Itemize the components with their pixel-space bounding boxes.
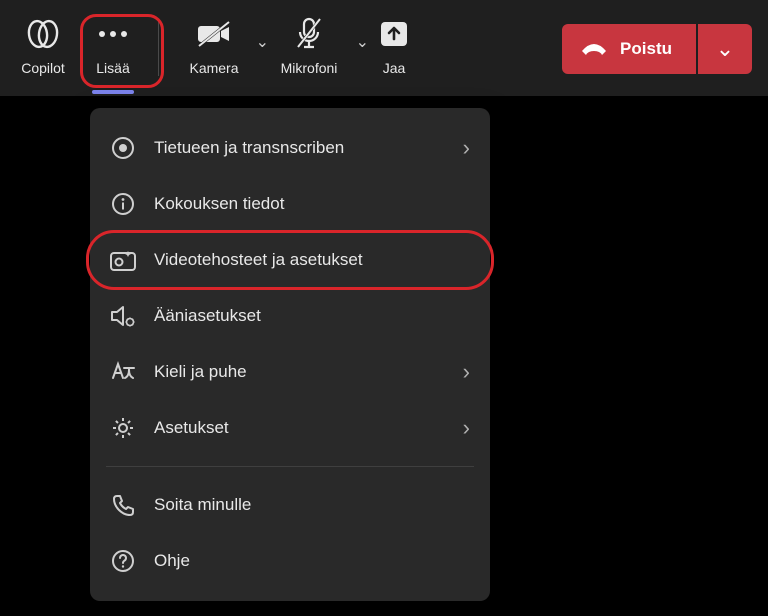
more-dropdown: Tietueen ja transnscriben › Kokouksen ti… (90, 108, 490, 601)
mic-off-icon (296, 14, 322, 54)
share-icon (379, 14, 409, 54)
copilot-icon (26, 14, 60, 54)
menu-item-call-me[interactable]: Soita minulle (90, 477, 490, 533)
menu-item-info[interactable]: Kokouksen tiedot (90, 176, 490, 232)
chevron-right-icon: › (463, 415, 470, 441)
menu-label: Soita minulle (154, 495, 251, 515)
copilot-label: Copilot (21, 60, 65, 76)
more-button[interactable]: Lisää (78, 10, 148, 88)
leave-label: Poistu (620, 39, 672, 59)
menu-item-language[interactable]: Kieli ja puhe › (90, 344, 490, 400)
share-label: Jaa (383, 60, 406, 76)
menu-item-help[interactable]: Ohje (90, 533, 490, 589)
more-label: Lisää (96, 60, 129, 76)
menu-label: Tietueen ja transnscriben (154, 138, 344, 158)
video-effects-icon (110, 247, 136, 273)
leave-button[interactable]: Poistu (562, 24, 696, 74)
menu-item-video-effects[interactable]: Videotehosteet ja asetukset (90, 232, 490, 288)
more-icon (96, 14, 130, 54)
chevron-right-icon: › (463, 359, 470, 385)
menu-label: Videotehosteet ja asetukset (154, 250, 363, 270)
leave-options-button[interactable]: ⌄ (698, 24, 752, 74)
language-icon (110, 359, 136, 385)
gear-icon (110, 415, 136, 441)
info-icon (110, 191, 136, 217)
menu-item-settings[interactable]: Asetukset › (90, 400, 490, 456)
leave-group: Poistu ⌄ (562, 24, 752, 74)
speaker-settings-icon (110, 303, 136, 329)
menu-divider (106, 466, 474, 467)
mic-label: Mikrofoni (281, 60, 338, 76)
copilot-button[interactable]: Copilot (8, 10, 78, 88)
hangup-icon (580, 41, 608, 57)
chevron-down-icon: ⌄ (716, 36, 734, 62)
menu-label: Ääniasetukset (154, 306, 261, 326)
menu-label: Kieli ja puhe (154, 362, 247, 382)
share-button[interactable]: Jaa (359, 10, 429, 88)
menu-label: Kokouksen tiedot (154, 194, 284, 214)
camera-label: Kamera (189, 60, 238, 76)
toolbar-divider (158, 22, 159, 76)
record-icon (110, 135, 136, 161)
menu-label: Asetukset (154, 418, 229, 438)
menu-label: Ohje (154, 551, 190, 571)
phone-icon (110, 492, 136, 518)
mic-button[interactable]: Mikrofoni ⌄ (259, 10, 359, 88)
chevron-right-icon: › (463, 135, 470, 161)
camera-button[interactable]: Kamera ⌄ (169, 10, 259, 88)
meeting-toolbar: Copilot Lisää Kamera ⌄ Mikrofoni ⌄ Jaa (0, 0, 768, 96)
active-indicator (92, 90, 134, 94)
menu-item-record[interactable]: Tietueen ja transnscriben › (90, 120, 490, 176)
menu-item-audio[interactable]: Ääniasetukset (90, 288, 490, 344)
help-icon (110, 548, 136, 574)
camera-off-icon (197, 14, 231, 54)
